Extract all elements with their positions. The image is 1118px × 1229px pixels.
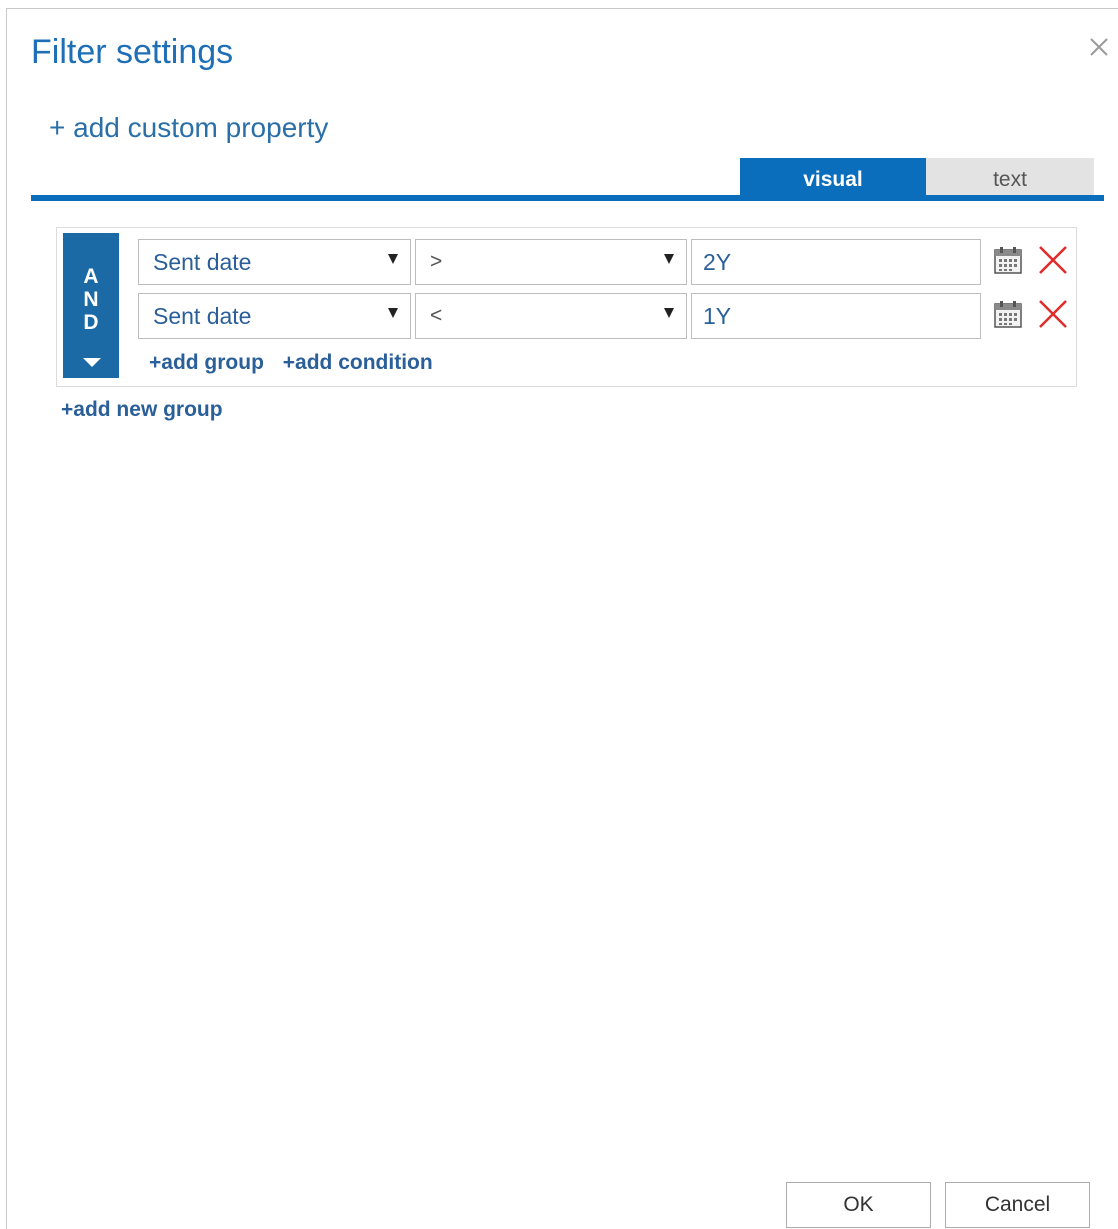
value-input-text: 2Y: [703, 249, 732, 275]
group-operator-label: A N D: [63, 265, 119, 334]
value-input-text: 1Y: [703, 303, 732, 329]
dropdown-arrow-icon: [664, 254, 674, 264]
value-input[interactable]: 2Y: [691, 239, 981, 285]
operator-letter: D: [83, 311, 99, 334]
calendar-icon[interactable]: [993, 299, 1023, 329]
operator-select-value: >: [430, 250, 443, 273]
view-tabs: visual text: [740, 158, 1094, 196]
dropdown-arrow-icon: [388, 254, 398, 264]
add-new-group-link[interactable]: +add new group: [61, 398, 223, 422]
cancel-button[interactable]: Cancel: [945, 1182, 1090, 1228]
ok-button[interactable]: OK: [786, 1182, 931, 1228]
add-condition-link[interactable]: +add condition: [283, 351, 433, 374]
tab-underline: [31, 195, 1104, 201]
group-operator-toggle[interactable]: A N D: [63, 233, 119, 378]
delete-condition-icon[interactable]: [1036, 243, 1070, 277]
group-actions: +add group +add condition: [149, 351, 446, 375]
close-icon[interactable]: [1085, 33, 1113, 61]
field-select-value: Sent date: [153, 303, 252, 329]
add-custom-property-link[interactable]: + add custom property: [49, 112, 328, 144]
operator-select[interactable]: <: [415, 293, 687, 339]
add-group-link[interactable]: +add group: [149, 351, 264, 374]
tab-visual[interactable]: visual: [740, 158, 926, 195]
condition-group: A N D Sent date > 2Y Sent date < 1Y +add…: [56, 227, 1077, 387]
dropdown-arrow-icon: [664, 308, 674, 318]
calendar-icon[interactable]: [993, 245, 1023, 275]
field-select[interactable]: Sent date: [138, 293, 411, 339]
operator-letter: N: [83, 288, 99, 311]
dialog-title: Filter settings: [31, 33, 234, 71]
caret-down-icon: [83, 358, 101, 367]
field-select[interactable]: Sent date: [138, 239, 411, 285]
filter-settings-dialog: Filter settings + add custom property vi…: [6, 8, 1118, 1229]
operator-select[interactable]: >: [415, 239, 687, 285]
tab-text[interactable]: text: [926, 158, 1094, 195]
dropdown-arrow-icon: [388, 308, 398, 318]
value-input[interactable]: 1Y: [691, 293, 981, 339]
operator-select-value: <: [430, 304, 443, 327]
operator-letter: A: [83, 265, 99, 288]
field-select-value: Sent date: [153, 249, 252, 275]
delete-condition-icon[interactable]: [1036, 297, 1070, 331]
